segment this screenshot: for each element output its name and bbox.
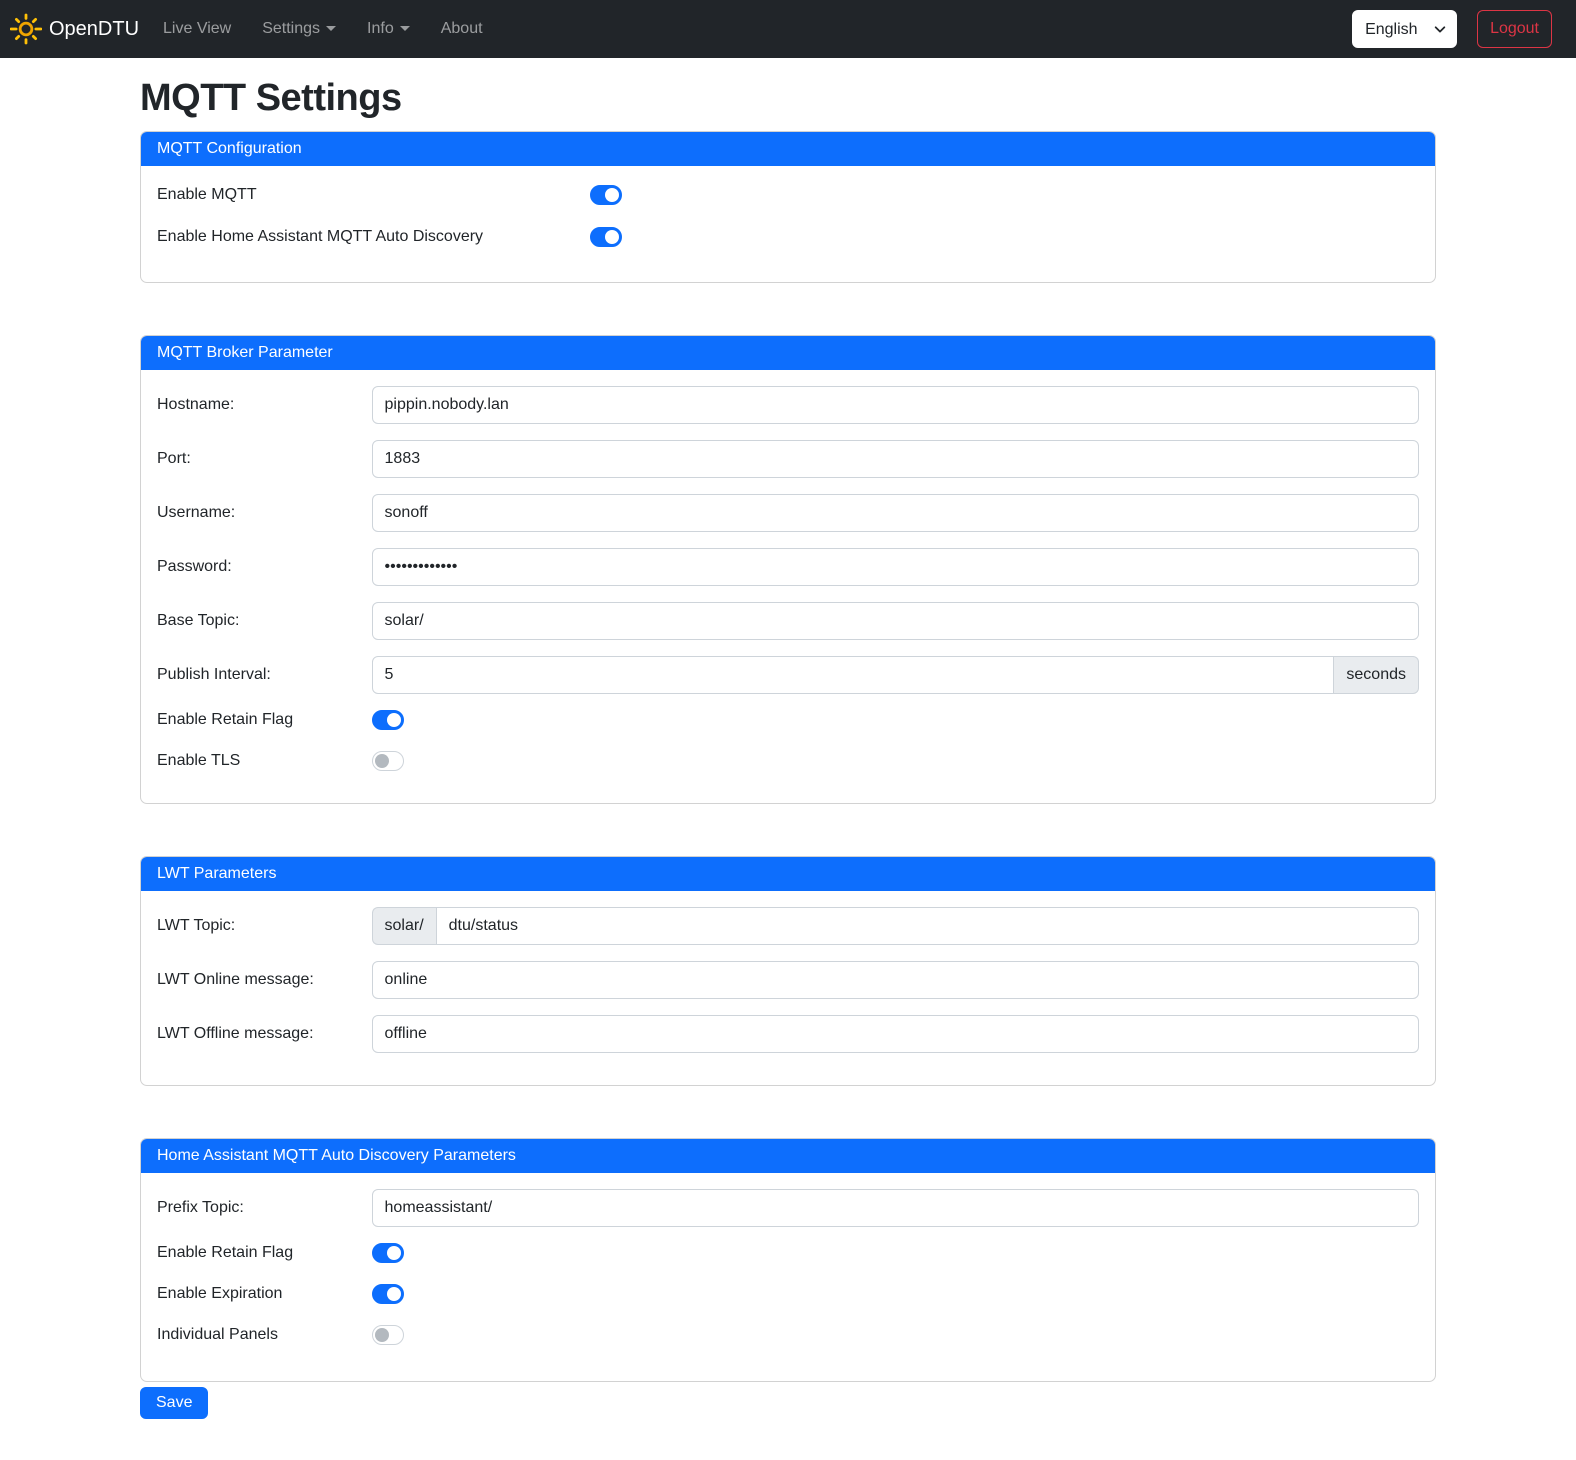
lwt-topic-prefix-addon: solar/ <box>372 907 436 945</box>
form-row-enable-tls: Enable TLS <box>157 751 1419 771</box>
form-row-individual-panels: Individual Panels <box>157 1325 1419 1345</box>
nav-item-label: Settings <box>262 20 320 37</box>
form-row-enable-hass-discovery: Enable Home Assistant MQTT Auto Discover… <box>157 224 1419 250</box>
lwt-online-input[interactable] <box>372 961 1419 999</box>
field-label: Individual Panels <box>157 1326 372 1344</box>
port-input[interactable] <box>372 440 1419 478</box>
hass-expiration-toggle[interactable] <box>372 1284 404 1304</box>
card-header: LWT Parameters <box>141 857 1435 891</box>
page-title: MQTT Settings <box>140 77 1436 120</box>
field-label: Enable Retain Flag <box>157 1244 372 1262</box>
field-label: Enable Expiration <box>157 1285 372 1303</box>
form-row-hass-retain: Enable Retain Flag <box>157 1243 1419 1263</box>
nav-item-label: About <box>441 20 483 37</box>
card-header: MQTT Broker Parameter <box>141 336 1435 370</box>
card-mqtt-broker-parameter: MQTT Broker Parameter Hostname: Port: Us… <box>140 335 1436 804</box>
form-row-prefix-topic: Prefix Topic: <box>157 1189 1419 1227</box>
caret-down-icon <box>326 26 336 31</box>
enable-tls-toggle[interactable] <box>372 751 404 771</box>
password-input[interactable] <box>372 548 1419 586</box>
card-mqtt-configuration: MQTT Configuration Enable MQTT Enable Ho… <box>140 131 1436 283</box>
field-label: Enable Home Assistant MQTT Auto Discover… <box>157 228 590 246</box>
form-row-publish-interval: Publish Interval: seconds <box>157 656 1419 694</box>
nav-item-label: Info <box>367 20 394 37</box>
brand-link[interactable]: OpenDTU <box>10 13 139 45</box>
card-hass-discovery-parameters: Home Assistant MQTT Auto Discovery Param… <box>140 1138 1436 1382</box>
sun-icon <box>10 13 42 45</box>
field-label: Prefix Topic: <box>157 1199 372 1217</box>
username-input[interactable] <box>372 494 1419 532</box>
nav-item-live-view[interactable]: Live View <box>155 12 239 46</box>
enable-hass-discovery-toggle[interactable] <box>590 227 622 247</box>
field-label: LWT Offline message: <box>157 1025 372 1043</box>
hostname-input[interactable] <box>372 386 1419 424</box>
field-label: Enable Retain Flag <box>157 711 372 729</box>
form-row-hostname: Hostname: <box>157 386 1419 424</box>
field-label: Publish Interval: <box>157 666 372 684</box>
card-header: MQTT Configuration <box>141 132 1435 166</box>
publish-interval-input[interactable] <box>372 656 1335 694</box>
nav-links: Live View Settings Info About <box>155 12 506 46</box>
form-row-lwt-offline: LWT Offline message: <box>157 1015 1419 1053</box>
form-row-lwt-online: LWT Online message: <box>157 961 1419 999</box>
individual-panels-toggle[interactable] <box>372 1325 404 1345</box>
language-select[interactable]: English <box>1352 10 1457 48</box>
form-row-enable-mqtt: Enable MQTT <box>157 182 1419 208</box>
seconds-addon: seconds <box>1334 656 1419 694</box>
form-row-base-topic: Base Topic: <box>157 602 1419 640</box>
bottom-spacer <box>140 1419 1436 1445</box>
field-label: Enable MQTT <box>157 186 590 204</box>
form-row-enable-retain: Enable Retain Flag <box>157 710 1419 730</box>
form-row-lwt-topic: LWT Topic: solar/ <box>157 907 1419 945</box>
form-row-username: Username: <box>157 494 1419 532</box>
nav-item-info[interactable]: Info <box>359 12 418 46</box>
caret-down-icon <box>400 26 410 31</box>
field-label: Enable TLS <box>157 752 372 770</box>
form-row-password: Password: <box>157 548 1419 586</box>
field-label: Username: <box>157 504 372 522</box>
field-label: Port: <box>157 450 372 468</box>
field-label: LWT Topic: <box>157 917 372 935</box>
field-label: Password: <box>157 558 372 576</box>
brand-label: OpenDTU <box>49 18 139 41</box>
card-header: Home Assistant MQTT Auto Discovery Param… <box>141 1139 1435 1173</box>
nav-item-about[interactable]: About <box>433 12 491 46</box>
lwt-topic-input[interactable] <box>436 907 1419 945</box>
field-label: Base Topic: <box>157 612 372 630</box>
field-label: Hostname: <box>157 396 372 414</box>
navbar-right: English Logout <box>1352 10 1552 48</box>
save-button[interactable]: Save <box>140 1387 208 1419</box>
nav-item-label: Live View <box>163 20 231 37</box>
top-navbar: OpenDTU Live View Settings Info About En… <box>0 0 1576 58</box>
nav-item-settings[interactable]: Settings <box>254 12 344 46</box>
base-topic-input[interactable] <box>372 602 1419 640</box>
form-row-port: Port: <box>157 440 1419 478</box>
form-row-hass-expiration: Enable Expiration <box>157 1284 1419 1304</box>
hass-retain-toggle[interactable] <box>372 1243 404 1263</box>
main-container: MQTT Settings MQTT Configuration Enable … <box>128 77 1448 1445</box>
enable-mqtt-toggle[interactable] <box>590 185 622 205</box>
lwt-offline-input[interactable] <box>372 1015 1419 1053</box>
card-lwt-parameters: LWT Parameters LWT Topic: solar/ LWT Onl… <box>140 856 1436 1086</box>
field-label: LWT Online message: <box>157 971 372 989</box>
prefix-topic-input[interactable] <box>372 1189 1419 1227</box>
enable-retain-toggle[interactable] <box>372 710 404 730</box>
logout-button[interactable]: Logout <box>1477 10 1552 48</box>
